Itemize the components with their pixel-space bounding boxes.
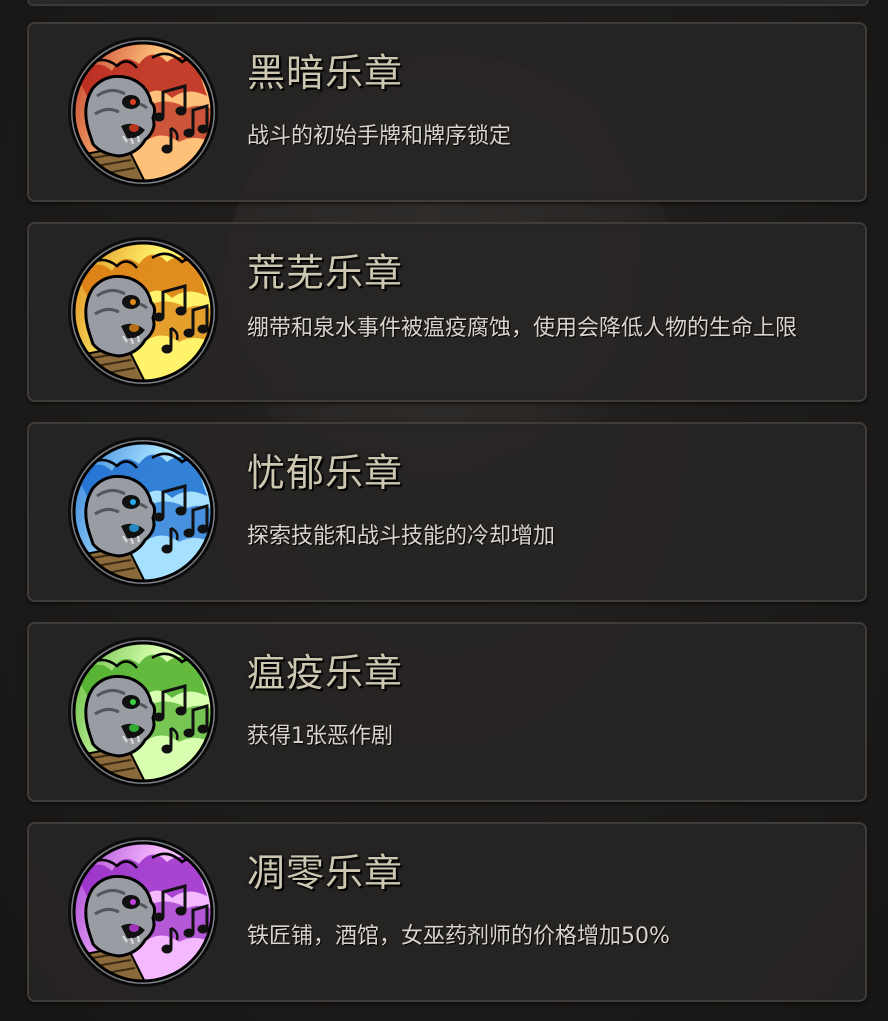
movement-description: 绷带和泉水事件被瘟疫腐蚀，使用会降低人物的生命上限 (247, 316, 798, 341)
movement-list-screen: 黑暗乐章 战斗的初始手牌和牌序锁定 荒芜乐章 绷带和泉水事件被瘟疫腐蚀，使用会降… (0, 0, 888, 1021)
movement-card-melancholy[interactable]: 忧郁乐章 探索技能和战斗技能的冷却增加 (27, 422, 867, 602)
movement-title: 凋零乐章 (247, 851, 404, 895)
dark-movement-icon (67, 36, 219, 188)
movement-description: 战斗的初始手牌和牌序锁定 (247, 124, 512, 149)
movement-title: 瘟疫乐章 (247, 651, 404, 695)
plague-movement-icon (67, 636, 219, 788)
movement-card-barren[interactable]: 荒芜乐章 绷带和泉水事件被瘟疫腐蚀，使用会降低人物的生命上限 (27, 222, 867, 402)
withering-movement-icon (67, 836, 219, 988)
movement-card-withering[interactable]: 凋零乐章 铁匠铺，酒馆，女巫药剂师的价格增加50% (27, 822, 867, 1002)
melancholy-movement-icon (67, 436, 219, 588)
movement-description: 铁匠铺，酒馆，女巫药剂师的价格增加50% (247, 924, 670, 949)
barren-movement-icon (67, 236, 219, 388)
movement-card-dark[interactable]: 黑暗乐章 战斗的初始手牌和牌序锁定 (27, 22, 867, 202)
movement-title: 黑暗乐章 (247, 51, 404, 95)
movement-card-plague[interactable]: 瘟疫乐章 获得1张恶作剧 (27, 622, 867, 802)
movement-description: 探索技能和战斗技能的冷却增加 (247, 524, 556, 549)
movement-title: 忧郁乐章 (247, 451, 404, 495)
previous-card-edge (27, 0, 869, 6)
movement-description: 获得1张恶作剧 (247, 724, 393, 749)
movement-title: 荒芜乐章 (247, 251, 404, 295)
